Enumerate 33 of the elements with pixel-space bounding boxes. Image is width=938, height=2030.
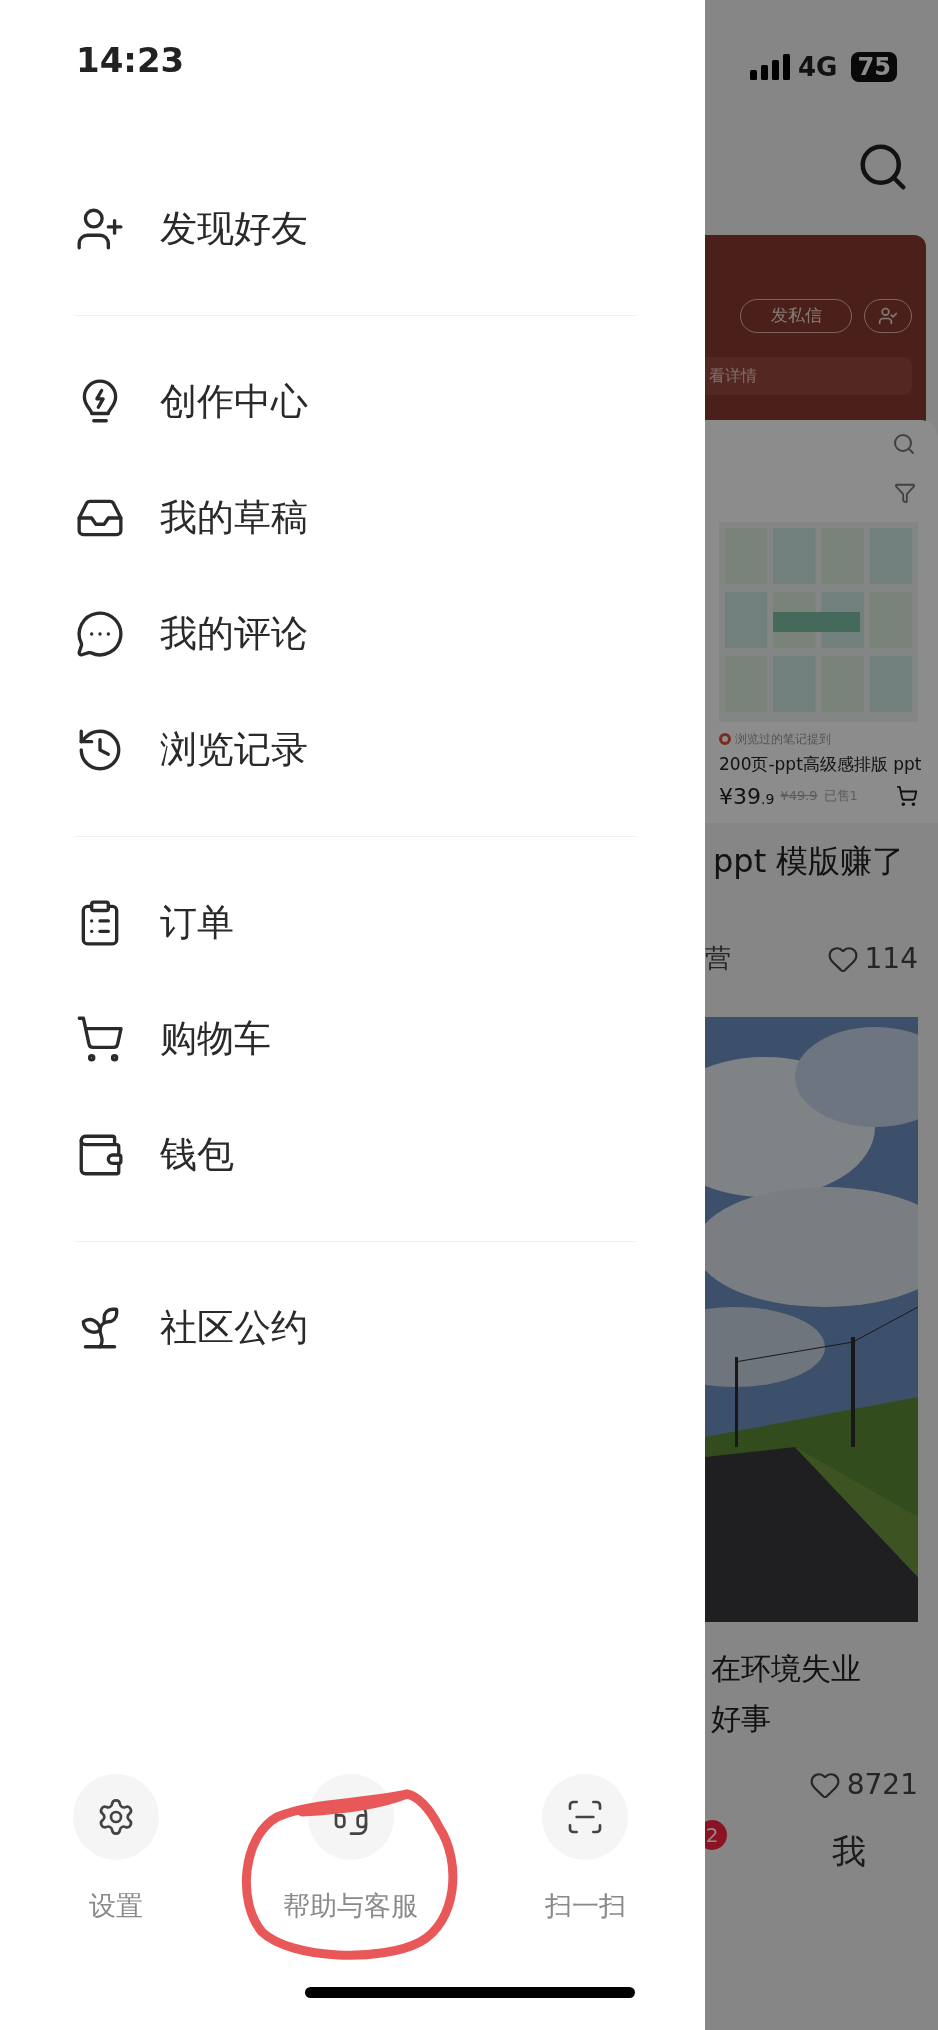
shop-icon: [719, 733, 731, 745]
dim-overlay[interactable]: [705, 0, 938, 2030]
menu-item[interactable]: 社区公约: [75, 1270, 635, 1386]
chat-bubble-icon: [75, 609, 125, 659]
menu-item[interactable]: 创作中心: [75, 344, 635, 460]
tab-label[interactable]: 我: [832, 1825, 866, 1877]
cart-icon[interactable]: [896, 785, 918, 807]
menu-item[interactable]: 钱包: [75, 1097, 635, 1213]
menu-item[interactable]: 订单: [75, 865, 635, 981]
menu-item[interactable]: 购物车: [75, 981, 635, 1097]
action-label: 扫一扫: [544, 1888, 626, 1923]
search-icon[interactable]: [892, 432, 916, 456]
status-time: 14:23: [76, 40, 185, 80]
like-count: 114: [864, 940, 918, 977]
battery-indicator: 75: [851, 52, 897, 82]
filter-icon[interactable]: [894, 482, 916, 504]
menu-item[interactable]: 我的评论: [75, 576, 635, 692]
cart-icon: [75, 1014, 125, 1064]
network-label: 4G: [798, 50, 838, 84]
action-label: 设置: [89, 1888, 143, 1923]
like-count: 8721: [846, 1766, 918, 1803]
user-check-icon: [878, 306, 898, 326]
notification-badge: 2: [705, 1819, 727, 1850]
post-title-line: 好事: [711, 1699, 771, 1738]
signal-icon: [750, 54, 790, 80]
action-label: 帮助与客服: [283, 1888, 418, 1923]
menu-item[interactable]: 发现好友: [75, 171, 635, 287]
menu-item[interactable]: 浏览记录: [75, 692, 635, 808]
post-title-line: 在环境失业: [711, 1649, 861, 1688]
menu-item[interactable]: 我的草稿: [75, 460, 635, 576]
price: ¥39.9: [719, 782, 775, 811]
post-title: ppt 模版赚了: [712, 840, 906, 881]
author-name: 营: [705, 942, 731, 975]
